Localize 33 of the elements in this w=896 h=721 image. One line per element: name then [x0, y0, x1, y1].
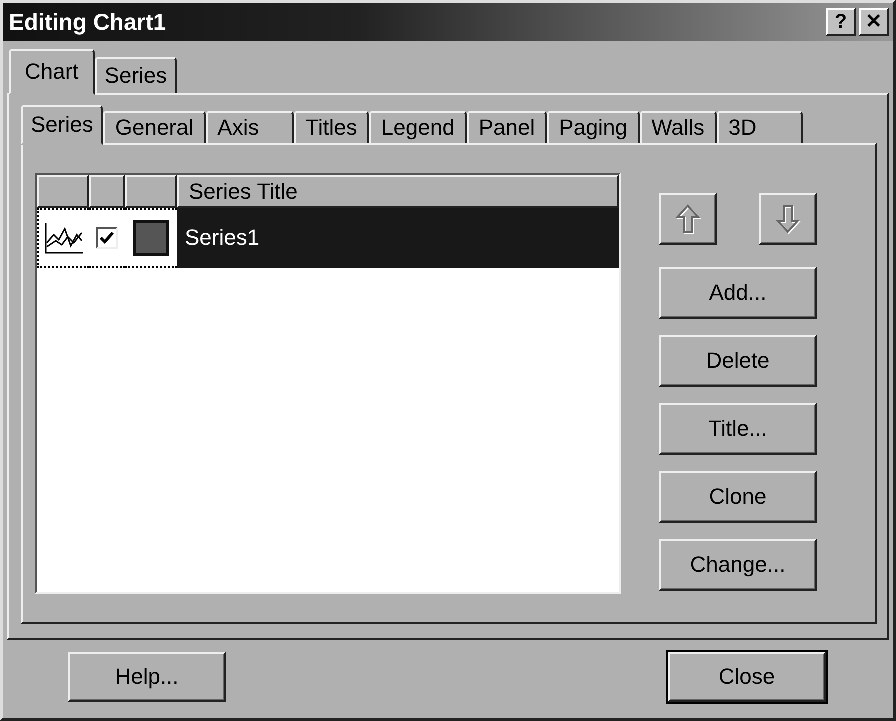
tab[interactable]: Series — [94, 57, 178, 95]
up-arrow-icon — [673, 202, 703, 236]
action-button[interactable]: Delete — [659, 335, 817, 387]
dialog-button[interactable]: Help... — [68, 652, 226, 702]
close-button[interactable]: ✕ — [859, 8, 889, 36]
action-button[interactable]: Clone — [659, 471, 817, 523]
column-header[interactable] — [125, 175, 177, 208]
help-button[interactable]: ? — [826, 8, 856, 36]
line-chart-icon — [44, 221, 84, 255]
move-up-button[interactable] — [659, 193, 717, 245]
dialog-button[interactable]: Close — [668, 652, 826, 702]
tab[interactable]: Walls — [640, 111, 717, 145]
window-title: Editing Chart1 — [9, 8, 166, 36]
move-down-button[interactable] — [759, 193, 817, 245]
color-swatch[interactable] — [133, 220, 169, 256]
column-header[interactable]: Series Title — [177, 175, 619, 208]
action-button[interactable]: Title... — [659, 403, 817, 455]
down-arrow-icon — [773, 202, 803, 236]
tab[interactable]: Titles — [294, 111, 370, 145]
tab[interactable]: Legend — [369, 111, 467, 145]
tab[interactable]: Panel — [466, 111, 548, 145]
column-header[interactable] — [37, 175, 89, 208]
action-button[interactable]: Add... — [659, 267, 817, 319]
column-header[interactable] — [89, 175, 125, 208]
tab[interactable]: 3D — [716, 111, 803, 145]
tab[interactable]: Paging — [547, 111, 640, 145]
tab[interactable]: Series — [21, 105, 104, 145]
action-button[interactable]: Change... — [659, 539, 817, 591]
tab[interactable]: General — [103, 111, 206, 145]
tab[interactable]: Axis — [206, 111, 294, 145]
checkbox[interactable] — [96, 227, 118, 249]
list-item[interactable]: Series1 — [177, 208, 619, 268]
tab[interactable]: Chart — [9, 49, 95, 95]
